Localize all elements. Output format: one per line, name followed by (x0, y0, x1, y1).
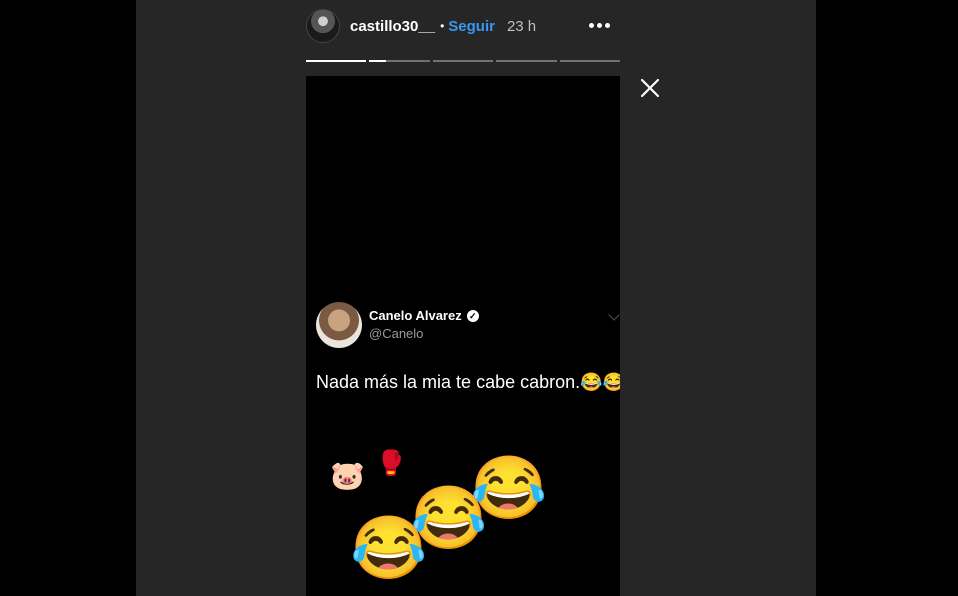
progress-segment (369, 60, 430, 62)
more-options-icon[interactable] (584, 16, 614, 34)
username[interactable]: castillo30__ (350, 18, 435, 35)
verified-badge-icon: ✓ (466, 309, 479, 322)
more-dot (596, 22, 602, 28)
separator-dot: • (440, 19, 445, 33)
progress-segment (496, 60, 557, 62)
close-icon[interactable] (638, 76, 662, 100)
progress-segment (432, 60, 494, 62)
tweet-author-name: Canelo Alvarez (369, 308, 462, 323)
more-dot (588, 22, 594, 28)
story-content[interactable]: Canelo Alvarez ✓ @Canelo Nada más la mia… (306, 76, 620, 596)
more-dot (604, 22, 610, 28)
progress-segment (306, 60, 367, 62)
boxing-glove-sticker-icon: 🥊 (376, 450, 406, 477)
tweet-text: Nada más la mia te cabe cabron.😂😂 (316, 372, 620, 392)
tweet-author-name-row: Canelo Alvarez ✓ (369, 308, 479, 323)
progress-fill (306, 60, 367, 62)
story-header: castillo30__ • Seguir 23 h (306, 8, 620, 44)
progress-fill (369, 60, 387, 62)
follow-button[interactable]: Seguir (448, 18, 495, 35)
pig-sticker-icon: 🐷 (330, 460, 365, 491)
tweet-author-avatar (316, 302, 362, 348)
progress-segment (559, 60, 621, 62)
story-progress-bar (306, 60, 621, 63)
tweet-author-handle: @Canelo (369, 326, 424, 341)
user-avatar[interactable] (306, 9, 340, 43)
timestamp: 23 h (506, 17, 537, 35)
laughing-emoji-sticker-icon: 😂 (350, 514, 428, 583)
chevron-down-icon (608, 309, 620, 321)
